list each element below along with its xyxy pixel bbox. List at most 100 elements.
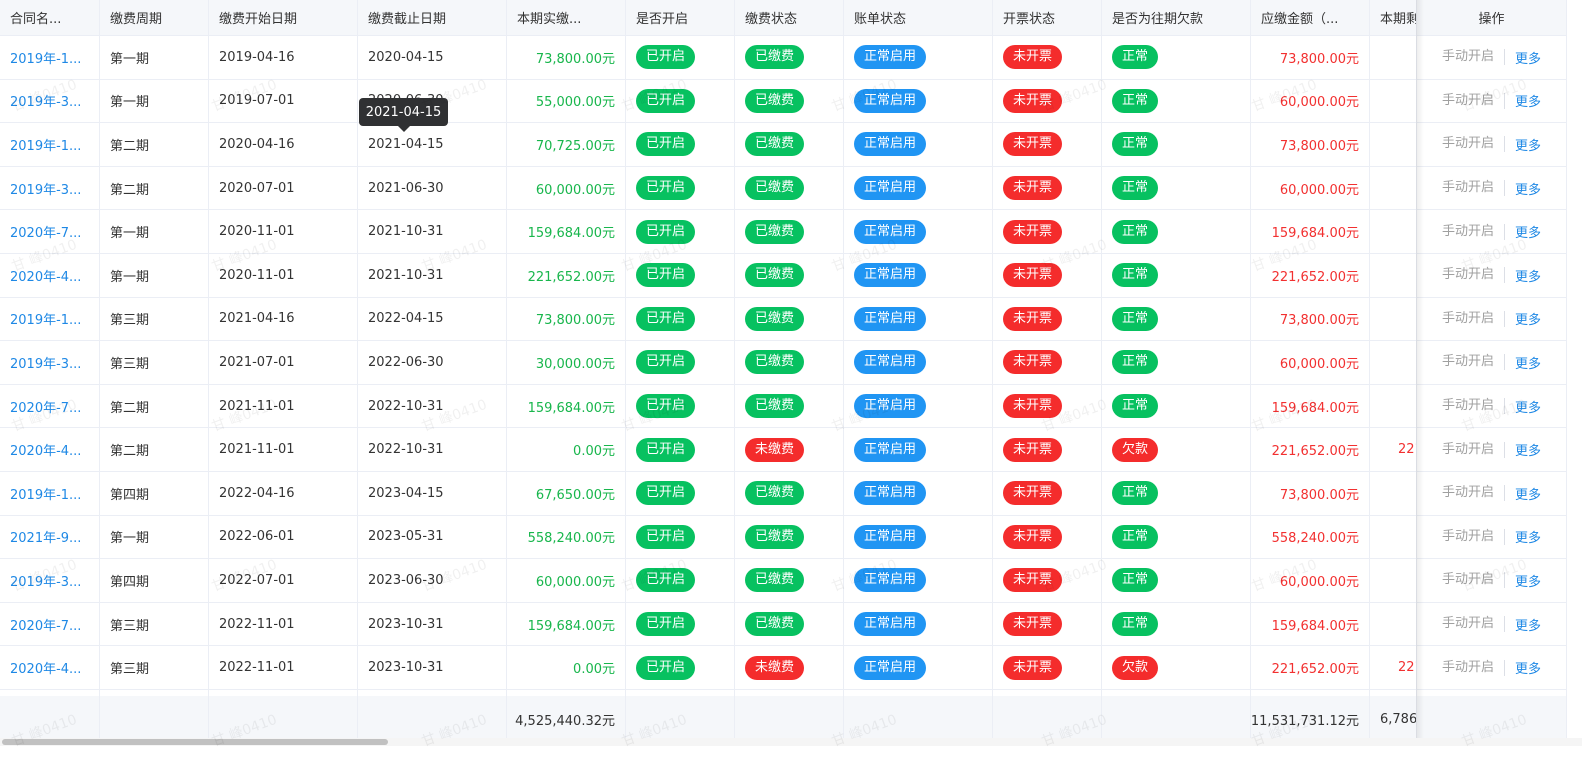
more-button[interactable]: 更多 [1505, 91, 1541, 110]
more-button[interactable]: 更多 [1505, 397, 1541, 416]
header-cell-7[interactable]: 账单状态 [844, 0, 993, 36]
contract-name-link[interactable]: 2020年-7... [0, 384, 100, 429]
pay-status-cell: 未缴费 [735, 428, 844, 472]
more-button[interactable]: 更多 [1505, 353, 1541, 372]
manual-open-button[interactable]: 手动开启 [1442, 398, 1505, 415]
header-cell-6[interactable]: 缴费状态 [735, 0, 844, 36]
pay-status-badge: 已缴费 [745, 394, 805, 419]
header-cell-11[interactable]: 本期剩 [1370, 0, 1417, 36]
more-button[interactable]: 更多 [1505, 309, 1541, 328]
more-button[interactable]: 更多 [1505, 179, 1541, 198]
manual-open-button[interactable]: 手动开启 [1442, 49, 1505, 66]
pay-status-cell: 已缴费 [735, 602, 844, 647]
more-button[interactable]: 更多 [1505, 484, 1541, 503]
horizontal-scrollbar[interactable] [0, 738, 1582, 746]
manual-open-button[interactable]: 手动开启 [1442, 485, 1505, 502]
footer-cell-12 [1417, 695, 1567, 744]
contract-name-link[interactable]: 2020年-4... [0, 646, 100, 690]
more-button[interactable]: 更多 [1505, 615, 1541, 634]
header-cell-8[interactable]: 开票状态 [993, 0, 1102, 36]
contract-name-link[interactable]: 2019年-1... [0, 471, 100, 516]
due-amount-cell: 60,000.00元 [1251, 559, 1370, 603]
start-date-cell: 2020-04-16 [209, 123, 358, 167]
contract-name-link[interactable]: 2019年-3... [0, 79, 100, 124]
due-amount-cell: 159,684.00元 [1251, 210, 1370, 254]
enabled-cell: 已开启 [626, 36, 735, 80]
more-button[interactable]: 更多 [1505, 658, 1541, 677]
start-date-cell: 2019-04-16 [209, 36, 358, 80]
invoice-cell: 未开票 [993, 515, 1102, 560]
manual-open-button[interactable]: 手动开启 [1442, 180, 1505, 197]
enabled-badge: 已开启 [636, 481, 696, 506]
manual-open-button[interactable]: 手动开启 [1442, 528, 1505, 545]
manual-open-button[interactable]: 手动开启 [1442, 616, 1505, 633]
header-label: 缴费状态 [745, 12, 798, 27]
horizontal-scrollbar-thumb[interactable] [2, 739, 388, 745]
contract-name-link[interactable]: 2019年-3... [0, 559, 100, 603]
arrears-cell: 欠款 [1102, 646, 1251, 690]
actions-cell: 手动开启 更多 [1417, 253, 1567, 298]
footer-cell-6 [735, 695, 844, 744]
header-cell-2[interactable]: 缴费开始日期 [209, 0, 358, 36]
pay-status-badge: 已缴费 [745, 263, 805, 288]
header-cell-12[interactable]: 操作 [1417, 0, 1567, 36]
invoice-badge: 未开票 [1003, 655, 1063, 680]
enabled-badge: 已开启 [636, 219, 696, 244]
end-date-cell: 2023-05-31 [358, 515, 507, 560]
manual-open-button[interactable]: 手动开启 [1442, 223, 1505, 240]
header-cell-9[interactable]: 是否为往期欠款 [1102, 0, 1251, 36]
more-button[interactable]: 更多 [1505, 135, 1541, 154]
paid-amount-cell: 70,725.00元 [507, 123, 626, 167]
remain-amount-cell [1370, 515, 1417, 560]
manual-open-button[interactable]: 手动开启 [1442, 136, 1505, 153]
manual-open-button[interactable]: 手动开启 [1442, 310, 1505, 327]
more-button[interactable]: 更多 [1505, 571, 1541, 590]
contract-name-link[interactable]: 2019年-1... [0, 297, 100, 342]
manual-open-button[interactable]: 手动开启 [1442, 267, 1505, 284]
arrears-badge: 正常 [1112, 306, 1159, 331]
invoice-badge: 未开票 [1003, 612, 1063, 637]
contract-name-link[interactable]: 2019年-1... [0, 123, 100, 167]
pay-status-cell: 已缴费 [735, 210, 844, 254]
enabled-cell: 已开启 [626, 384, 735, 429]
contract-name-link[interactable]: 2020年-7... [0, 602, 100, 647]
date-tooltip-text: 2021-04-15 [365, 104, 442, 120]
more-button[interactable]: 更多 [1505, 48, 1541, 67]
manual-open-button[interactable]: 手动开启 [1442, 441, 1505, 458]
header-label: 账单状态 [854, 12, 907, 27]
paid-amount-cell: 159,684.00元 [507, 384, 626, 429]
contract-name-link[interactable]: 2019年-3... [0, 341, 100, 385]
contract-name-link[interactable]: 2020年-4... [0, 253, 100, 298]
invoice-cell: 未开票 [993, 646, 1102, 690]
contract-name-link[interactable]: 2020年-4... [0, 428, 100, 472]
due-amount-cell: 159,684.00元 [1251, 602, 1370, 647]
invoice-badge: 未开票 [1003, 437, 1063, 462]
manual-open-button[interactable]: 手动开启 [1442, 572, 1505, 589]
period-cell: 第一期 [100, 253, 209, 298]
manual-open-button[interactable]: 手动开启 [1442, 354, 1505, 371]
more-button[interactable]: 更多 [1505, 440, 1541, 459]
contract-name-link[interactable]: 2020年-7... [0, 210, 100, 254]
end-date-cell: 2023-04-15 [358, 471, 507, 516]
manual-open-button[interactable]: 手动开启 [1442, 92, 1505, 109]
more-button[interactable]: 更多 [1505, 222, 1541, 241]
manual-open-button[interactable]: 手动开启 [1442, 659, 1505, 676]
header-cell-10[interactable]: 应缴金额（... [1251, 0, 1370, 36]
bill-status-cell: 正常启用 [844, 559, 993, 603]
header-cell-3[interactable]: 缴费截止日期 [358, 0, 507, 36]
header-cell-5[interactable]: 是否开启 [626, 0, 735, 36]
more-button[interactable]: 更多 [1505, 527, 1541, 546]
contract-name-link[interactable]: 2019年-3... [0, 166, 100, 211]
pay-status-cell: 已缴费 [735, 384, 844, 429]
header-cell-0[interactable]: 合同名... [0, 0, 100, 36]
more-button[interactable]: 更多 [1505, 266, 1541, 285]
header-label: 应缴金额（... [1261, 12, 1339, 27]
pay-status-badge: 已缴费 [745, 132, 805, 157]
contract-name-link[interactable]: 2019年-1... [0, 36, 100, 80]
arrears-badge: 正常 [1112, 45, 1159, 70]
header-cell-4[interactable]: 本期实缴... [507, 0, 626, 36]
contract-name-link[interactable]: 2021年-9... [0, 515, 100, 560]
bill-status-cell: 正常启用 [844, 36, 993, 80]
enabled-badge: 已开启 [636, 437, 696, 462]
header-cell-1[interactable]: 缴费周期 [100, 0, 209, 36]
